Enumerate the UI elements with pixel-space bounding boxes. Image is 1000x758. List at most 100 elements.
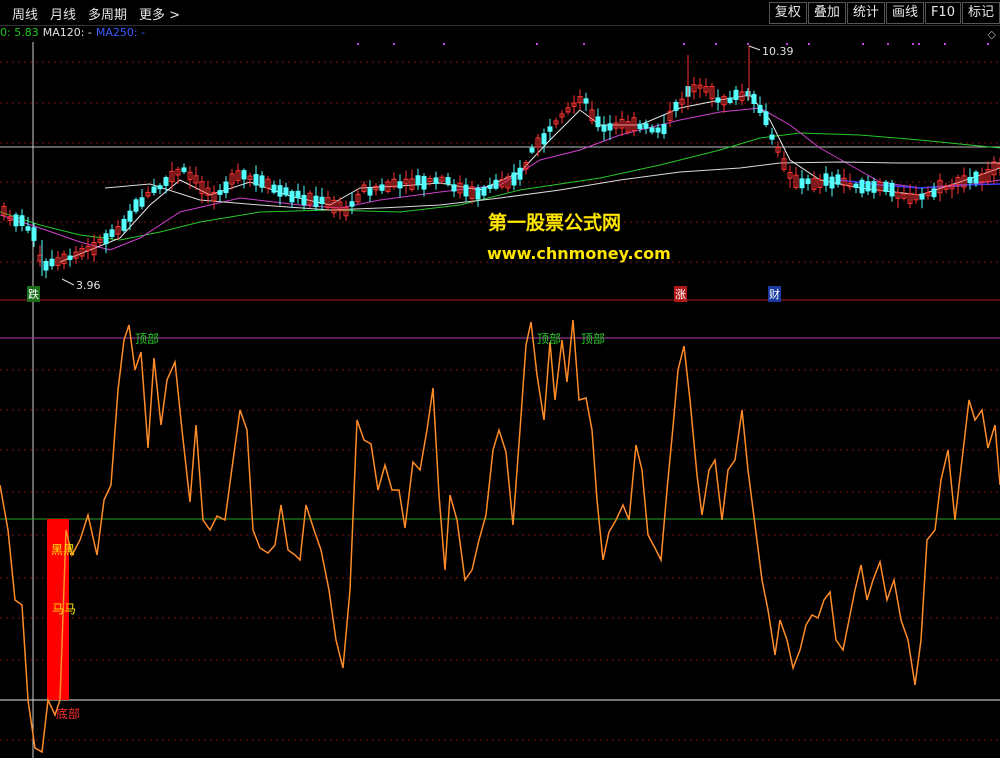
signal-dot [808,43,810,45]
candle-body [733,89,739,101]
signal-dot [944,43,946,45]
candle-body [121,218,127,231]
candle-body [799,178,805,189]
signal-dot [912,43,914,45]
candle-body [25,226,31,231]
candle-body [109,229,115,237]
candle-body [715,97,721,103]
candle-body [655,127,661,133]
oscillator-line [0,319,1000,754]
signal-dot [393,43,395,45]
candle-body [607,123,613,131]
candle-body [931,188,937,198]
candle-body [133,199,139,212]
candle-body [433,177,439,185]
black-label: 黑黑 [51,543,76,557]
candle-body [43,261,49,271]
candle-body [529,147,535,153]
candle-body [661,124,667,135]
candle-body [151,186,157,193]
low-pointer [61,278,75,286]
top-label-3: 顶部 [581,332,606,346]
candle-body [31,227,37,241]
candle-body [415,175,421,186]
signal-dot [918,43,920,45]
candle-body [517,167,523,180]
candle-body [19,215,25,226]
high-price-label: 10.39 [762,45,794,58]
candle-body [511,172,517,186]
candle-body [727,97,733,103]
candle-body [139,197,145,207]
candle-body [643,123,649,129]
chart-canvas[interactable] [0,0,1000,758]
candle-body [481,187,487,196]
candle-body [463,184,469,197]
indicator-grid [0,337,1000,741]
candle-body [673,101,679,111]
candle-body [835,174,841,185]
candle-body [223,181,229,194]
drop-marker[interactable]: 跌 [27,286,40,302]
signal-dot [887,43,889,45]
candle-body [13,214,19,227]
signal-dot [683,43,685,45]
candle-body [823,173,829,186]
candle-body [67,255,73,260]
candle-body [487,184,493,189]
horse-label: 马马 [52,602,77,616]
candle-body [451,184,457,192]
candle-body [853,183,859,188]
candle-body [313,195,319,207]
signal-dot [862,43,864,45]
candle-body [475,187,481,200]
candle-body [493,179,499,189]
candle-body [829,176,835,189]
candle-body [973,171,979,184]
watermark-title: 第一股票公式网 [488,212,622,234]
price-grid [0,42,1000,758]
high-pointer [748,45,761,51]
bottom-label: 底部 [56,707,81,721]
candle-body [595,116,601,128]
candle-body [367,188,373,196]
candle-body [637,123,643,130]
candle-body [541,133,547,145]
candle-body [883,181,889,192]
candle-body [445,177,451,185]
candle-body [379,184,385,191]
watermark-url: www.chnmoney.com [487,244,671,263]
candle-body [283,187,289,196]
low-price-label: 3.96 [76,279,101,292]
top-label-2: 顶部 [537,332,562,346]
signal-dot [357,43,359,45]
candle-body [127,210,133,222]
candle-body [757,104,763,113]
candle-body [319,196,325,204]
candle-body [763,111,769,126]
candle-body [601,125,607,132]
candle-body [397,181,403,189]
signal-dot [443,43,445,45]
candle-body [163,177,169,186]
top-label-1: 顶部 [135,332,160,346]
candle-body [889,182,895,197]
signal-dot [583,43,585,45]
candle-body [157,185,163,190]
candle-body [751,94,757,104]
ma-short-line [59,94,1000,263]
candle-body [259,175,265,188]
candle-body [547,126,553,132]
candle-body [919,193,925,200]
rise-marker[interactable]: 涨 [674,286,687,302]
candle-body [769,134,775,140]
candle-body [421,176,427,190]
candle-body [49,258,55,267]
candle-body [805,178,811,185]
candle-body [271,184,277,193]
indicator-series [0,319,1000,754]
signal-dot [747,43,749,45]
finance-marker[interactable]: 财 [768,286,781,302]
signal-dot [715,43,717,45]
candle-body [583,98,589,104]
